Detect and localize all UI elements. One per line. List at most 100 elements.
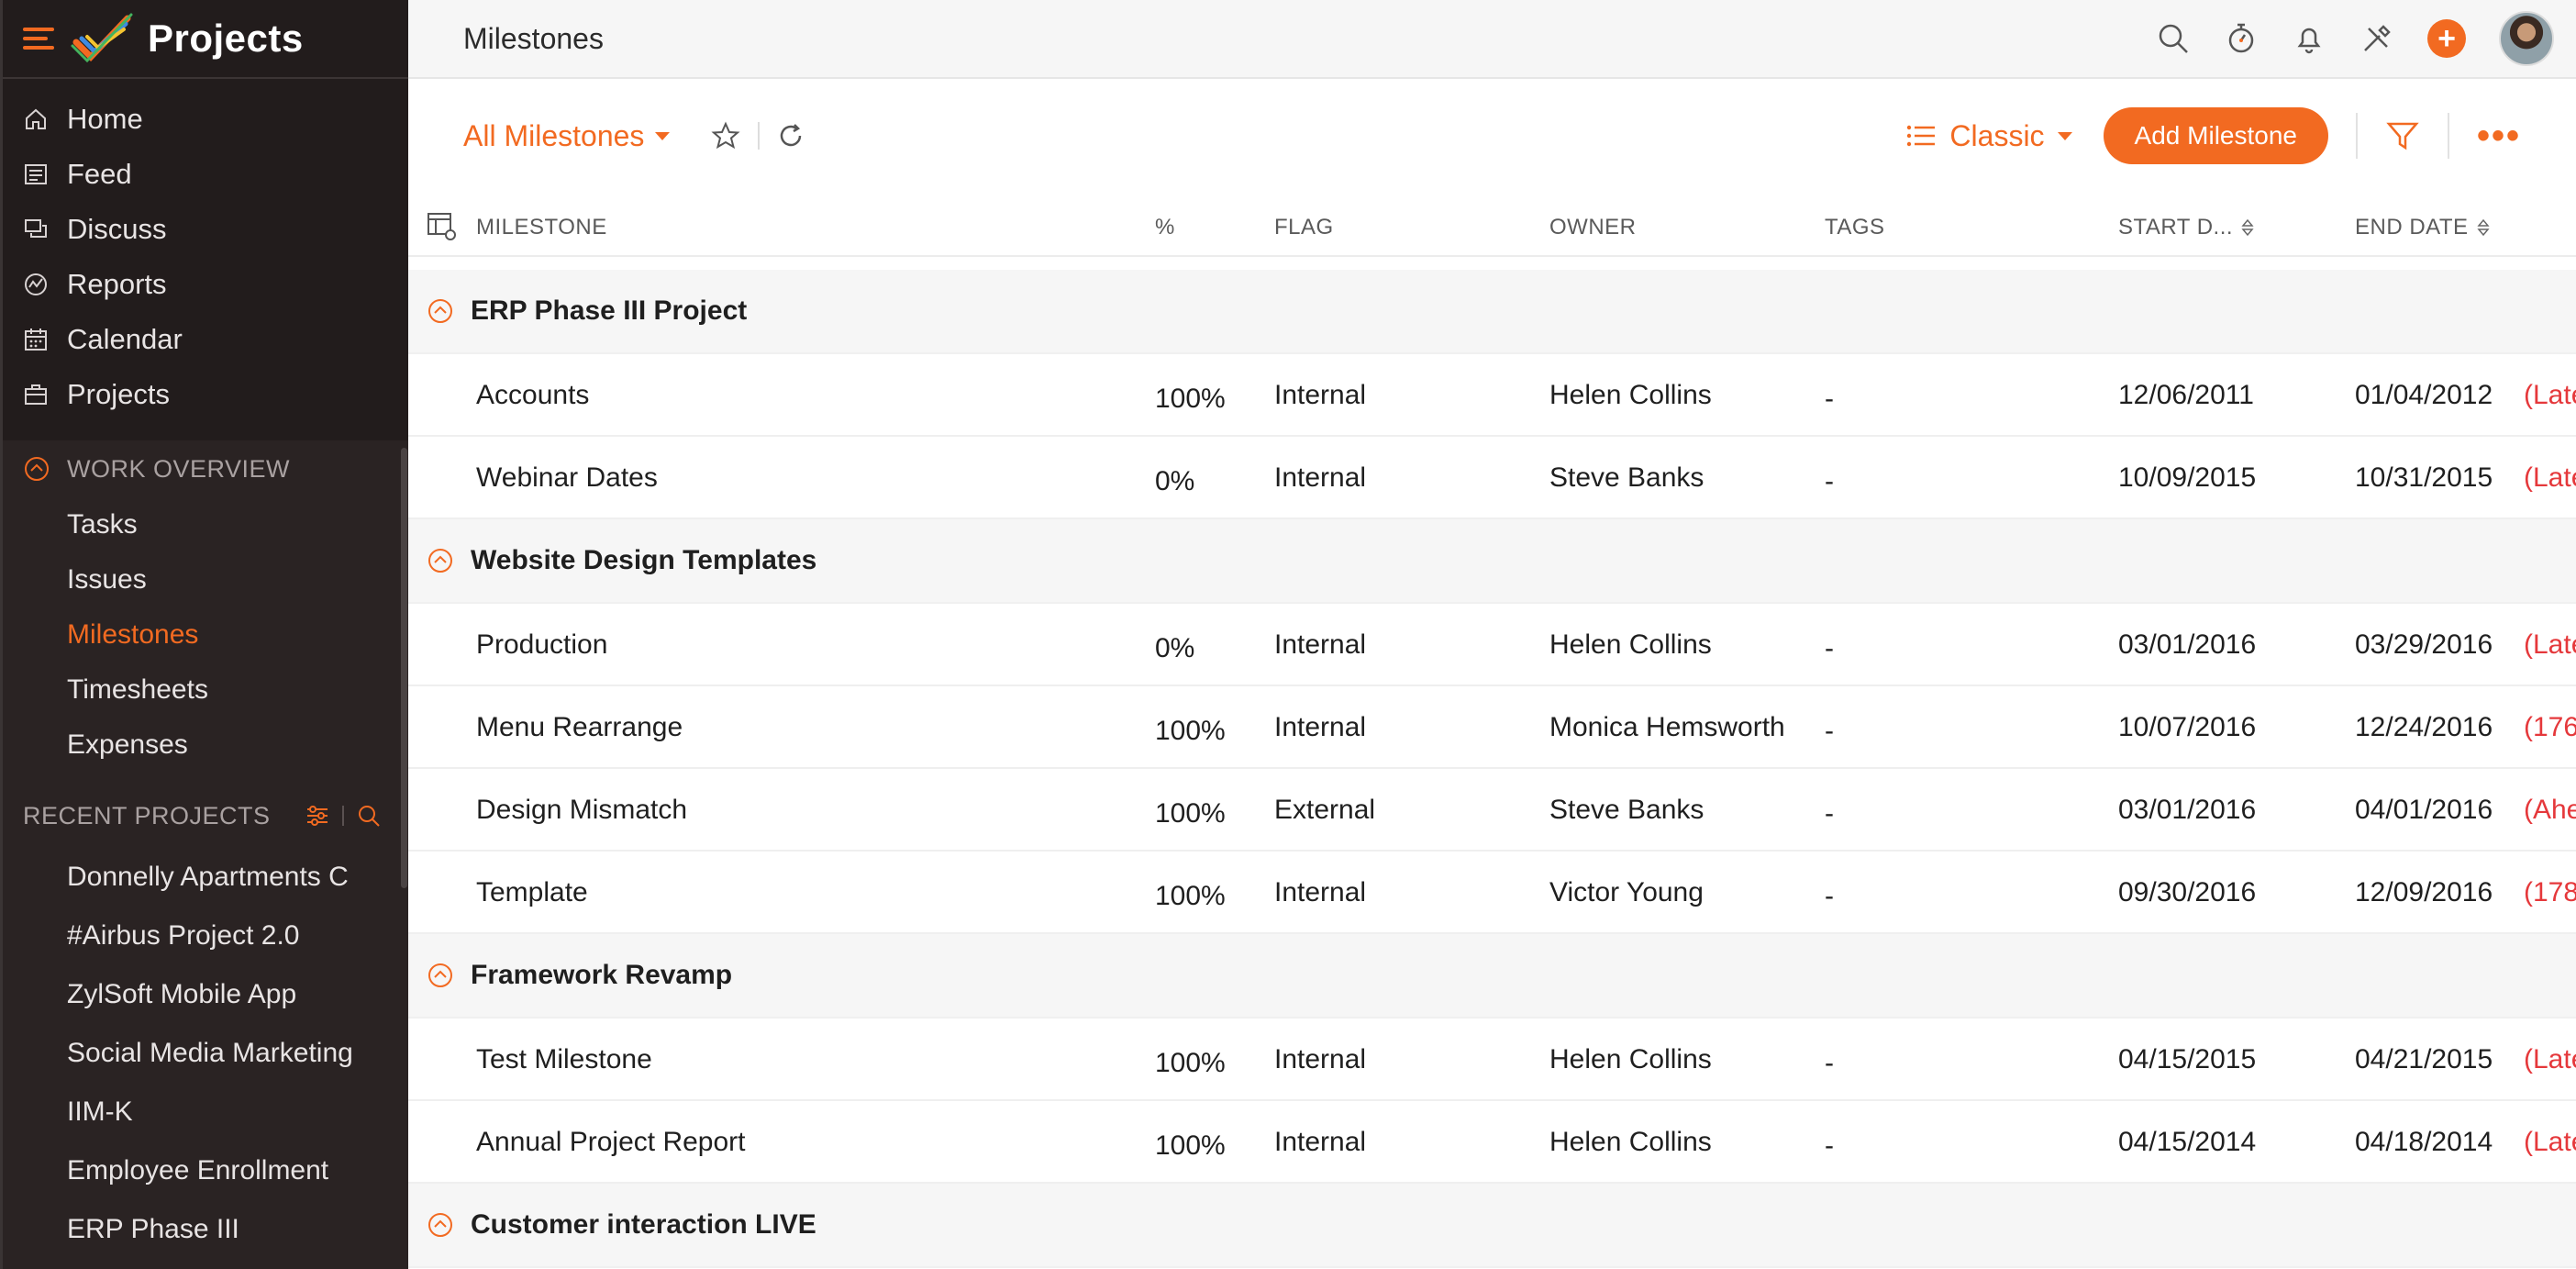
group-header[interactable]: ERP Phase III Project: [408, 270, 2576, 354]
milestone-name[interactable]: Test Milestone: [476, 1044, 652, 1075]
sort-icon[interactable]: [2240, 217, 2255, 239]
milestone-name[interactable]: Template: [476, 877, 588, 908]
column-header-percent[interactable]: %: [1155, 215, 1175, 240]
table-row[interactable]: Webinar Dates 0% Internal Steve Banks - 10/09…: [408, 437, 2576, 519]
bell-icon[interactable]: [2292, 21, 2326, 56]
column-header-owner[interactable]: OWNER: [1549, 215, 1637, 240]
owner-name[interactable]: Steve Banks: [1549, 795, 1704, 826]
owner-name[interactable]: Victor Young: [1549, 877, 1704, 908]
nav-item-label: Feed: [67, 158, 132, 190]
milestone-name[interactable]: Webinar Dates: [476, 462, 658, 494]
start-date: 04/15/2014: [2118, 1127, 2257, 1157]
group-header[interactable]: Framework Revamp: [408, 934, 2576, 1019]
hamburger-menu-icon[interactable]: [23, 28, 54, 50]
owner-name[interactable]: Monica Hemsworth: [1549, 712, 1785, 743]
milestone-name[interactable]: Menu Rearrange: [476, 712, 683, 743]
end-date: 04/21/2015: [2355, 1044, 2493, 1074]
group-header[interactable]: Website Design Templates: [408, 519, 2576, 604]
recent-projects-header: RECENT PROJECTS: [3, 784, 408, 848]
sidebar-item-issues[interactable]: Issues: [3, 552, 408, 607]
recent-project-item[interactable]: #Airbus Project 2.0: [3, 907, 379, 965]
quick-add-button[interactable]: +: [2427, 19, 2466, 58]
nav-item-home[interactable]: Home: [3, 92, 408, 147]
column-header-end-date[interactable]: END DATE: [2355, 215, 2491, 240]
sidebar-scrollbar[interactable]: [401, 448, 407, 888]
column-settings-icon[interactable]: [427, 211, 458, 242]
recent-project-item[interactable]: Employee Enrollment: [3, 1141, 379, 1200]
tags-value: -: [1825, 466, 1834, 496]
milestone-name[interactable]: Annual Project Report: [476, 1127, 746, 1158]
table-row[interactable]: Test Milestone 100% Internal Helen Collins -…: [408, 1019, 2576, 1101]
group-name: Customer interaction LIVE: [471, 1209, 816, 1240]
collapse-group-icon[interactable]: [427, 547, 454, 574]
collapse-group-icon[interactable]: [427, 1211, 454, 1239]
nav-item-calendar[interactable]: Calendar: [3, 312, 408, 367]
status-badge: (Ahe: [2524, 795, 2576, 825]
nav-item-feed[interactable]: Feed: [3, 147, 408, 202]
home-icon: [26, 108, 46, 129]
recent-project-item[interactable]: Social Media Marketing: [3, 1024, 379, 1083]
layout-selector[interactable]: Classic: [1905, 118, 2072, 153]
owner-name[interactable]: Helen Collins: [1549, 629, 1712, 661]
search-icon[interactable]: [2156, 21, 2191, 56]
column-header-flag[interactable]: FLAG: [1274, 215, 1334, 240]
table-row[interactable]: Annual Project Report 100% Internal Helen C…: [408, 1101, 2576, 1184]
table-row[interactable]: Production 0% Internal Helen Collins - 03/01/…: [408, 604, 2576, 686]
group-header[interactable]: Customer interaction LIVE: [408, 1184, 2576, 1268]
flag-value: Internal: [1274, 712, 1367, 742]
star-icon[interactable]: [710, 120, 741, 151]
end-date: 10/31/2015: [2355, 462, 2493, 493]
sidebar-item-timesheets[interactable]: Timesheets: [3, 662, 408, 718]
divider: [758, 122, 761, 150]
start-date: 03/01/2016: [2118, 795, 2257, 825]
owner-name[interactable]: Steve Banks: [1549, 462, 1704, 494]
sidebar-header: Projects: [3, 0, 408, 79]
table-row[interactable]: Design Mismatch 100% External Steve Banks - 0…: [408, 769, 2576, 852]
milestone-name[interactable]: Production: [476, 629, 607, 661]
milestone-name[interactable]: Accounts: [476, 380, 589, 411]
layout-selector-label: Classic: [1949, 118, 2045, 152]
nav-item-discuss[interactable]: Discuss: [3, 202, 408, 257]
more-options-icon[interactable]: •••: [2477, 117, 2521, 154]
timer-icon[interactable]: [2224, 21, 2259, 56]
divider: [2355, 113, 2358, 159]
filter-settings-icon[interactable]: [305, 804, 329, 828]
collapse-group-icon[interactable]: [427, 962, 454, 989]
owner-name[interactable]: Helen Collins: [1549, 1127, 1712, 1158]
table-row[interactable]: Menu Rearrange 100% Internal Monica Hemswor…: [408, 686, 2576, 769]
recent-project-item[interactable]: ZylSoft Mobile App: [3, 965, 379, 1024]
column-header-milestone[interactable]: MILESTONE: [476, 215, 607, 240]
view-selector[interactable]: All Milestones: [463, 119, 671, 153]
status-badge: (Late: [2524, 380, 2576, 410]
owner-name[interactable]: Helen Collins: [1549, 380, 1712, 411]
nav-item-reports[interactable]: Reports: [3, 257, 408, 312]
projects-icon: [25, 384, 47, 405]
column-header-tags[interactable]: TAGS: [1825, 215, 1885, 240]
recent-project-item[interactable]: Donnelly Apartments C: [3, 848, 379, 907]
table-body: ERP Phase III Project Accounts 100% Interna…: [408, 270, 2576, 1268]
table-row[interactable]: Accounts 100% Internal Helen Collins - 12/06/…: [408, 354, 2576, 437]
collapse-group-icon[interactable]: [427, 297, 454, 325]
recent-project-item[interactable]: IIM-K: [3, 1083, 379, 1141]
sidebar-item-milestones[interactable]: Milestones: [3, 607, 408, 662]
milestone-name[interactable]: Design Mismatch: [476, 795, 687, 826]
user-avatar[interactable]: [2499, 11, 2554, 66]
add-milestone-button[interactable]: Add Milestone: [2103, 107, 2328, 164]
work-overview-title: WORK OVERVIEW: [67, 454, 291, 483]
tools-icon[interactable]: [2359, 21, 2394, 56]
plus-icon: +: [2437, 21, 2456, 56]
table-header: MILESTONE % FLAG OWNER TAGS START D... E…: [408, 193, 2576, 257]
table-row[interactable]: Template 100% Internal Victor Young - 09/30/2…: [408, 852, 2576, 934]
sort-icon[interactable]: [2476, 217, 2491, 239]
sidebar-item-expenses[interactable]: Expenses: [3, 718, 408, 773]
refresh-icon[interactable]: [776, 121, 805, 150]
filter-icon[interactable]: [2385, 118, 2420, 153]
work-overview-header[interactable]: WORK OVERVIEW: [3, 440, 408, 497]
search-icon[interactable]: [357, 804, 381, 828]
nav-item-projects[interactable]: Projects: [3, 367, 408, 422]
owner-name[interactable]: Helen Collins: [1549, 1044, 1712, 1075]
sidebar-item-tasks[interactable]: Tasks: [3, 497, 408, 552]
recent-project-item[interactable]: ERP Phase III: [3, 1200, 379, 1259]
column-header-start-date[interactable]: START D...: [2118, 215, 2255, 240]
start-date: 12/06/2011: [2118, 380, 2254, 410]
